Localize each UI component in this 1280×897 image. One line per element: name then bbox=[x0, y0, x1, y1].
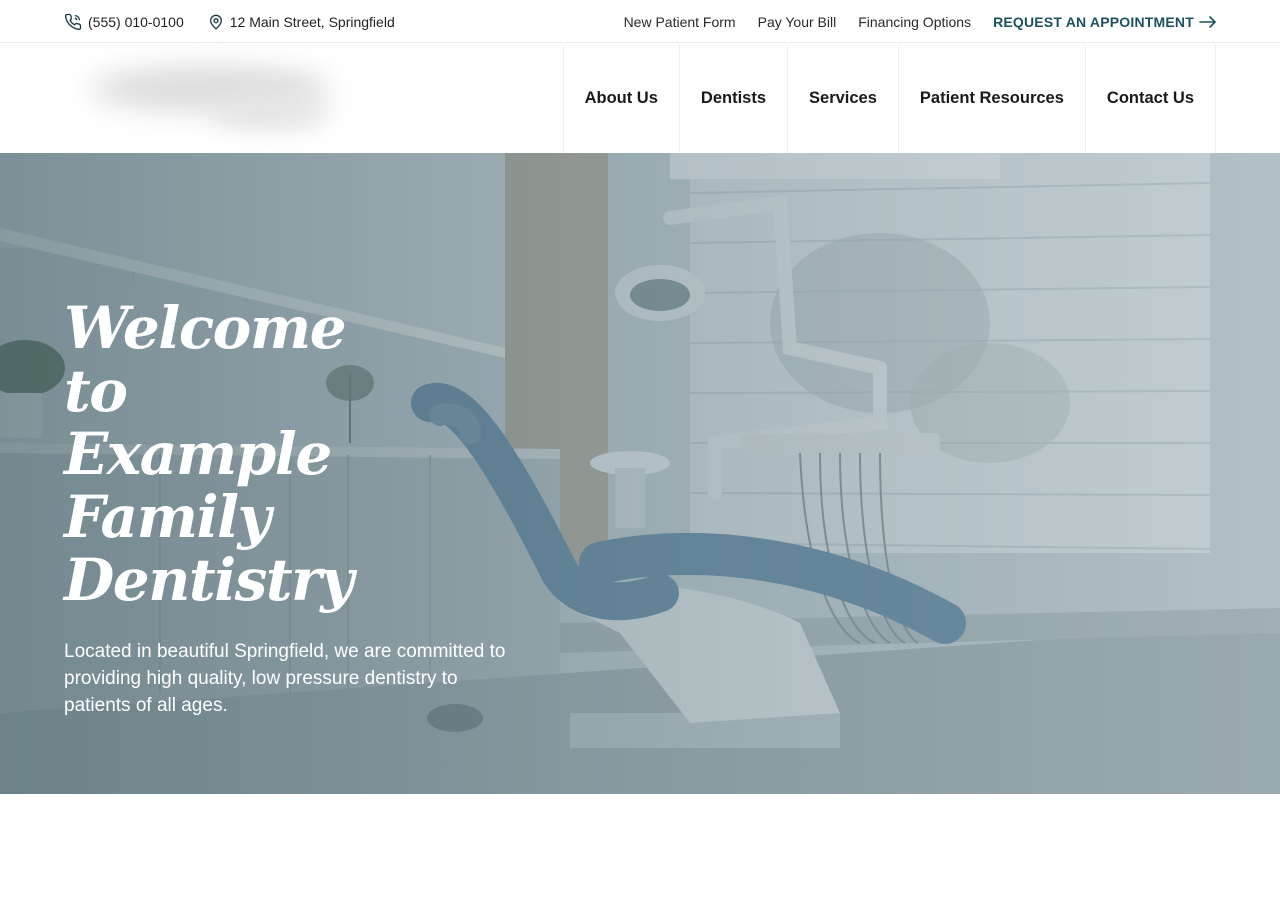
hero-content: Welcome to Example Family Dentistry Loca… bbox=[64, 297, 534, 719]
hero-title: Welcome to Example Family Dentistry bbox=[64, 294, 354, 614]
arrow-right-icon bbox=[1199, 15, 1216, 28]
contact-info: (555) 010-0100 12 Main Street, Springfie… bbox=[64, 0, 419, 43]
top-utility-bar: (555) 010-0100 12 Main Street, Springfie… bbox=[0, 0, 1280, 43]
nav-item-about-us[interactable]: About Us bbox=[562, 44, 679, 153]
nav-item-dentists[interactable]: Dentists bbox=[678, 44, 787, 153]
hero-description: Located in beautiful Springfield, we are… bbox=[64, 641, 506, 716]
logo[interactable] bbox=[60, 56, 360, 140]
new-patient-form-link[interactable]: New Patient Form bbox=[624, 14, 736, 30]
main-header: About Us Dentists Services Patient Resou… bbox=[0, 44, 1280, 153]
pay-bill-link[interactable]: Pay Your Bill bbox=[758, 14, 837, 30]
hero-section: Welcome to Example Family Dentistry Loca… bbox=[0, 153, 1280, 794]
phone-number: (555) 010-0100 bbox=[88, 13, 184, 30]
utility-links: New Patient Form Pay Your Bill Financing… bbox=[602, 0, 1216, 43]
address-text: 12 Main Street, Springfield bbox=[229, 13, 395, 30]
phone-icon bbox=[64, 13, 82, 30]
main-nav: About Us Dentists Services Patient Resou… bbox=[562, 44, 1216, 153]
nav-item-contact-us[interactable]: Contact Us bbox=[1084, 44, 1216, 153]
nav-item-services[interactable]: Services bbox=[787, 44, 898, 153]
location-pin-icon bbox=[209, 14, 222, 29]
request-appointment-link[interactable]: REQUEST AN APPOINTMENT bbox=[993, 14, 1216, 30]
request-appointment-label: REQUEST AN APPOINTMENT bbox=[993, 13, 1194, 30]
phone-link[interactable]: (555) 010-0100 bbox=[64, 13, 184, 31]
financing-options-link[interactable]: Financing Options bbox=[858, 14, 971, 30]
address-link[interactable]: 12 Main Street, Springfield bbox=[208, 13, 395, 31]
nav-item-patient-resources[interactable]: Patient Resources bbox=[897, 44, 1085, 153]
logo-blur-shape-secondary bbox=[210, 94, 330, 130]
